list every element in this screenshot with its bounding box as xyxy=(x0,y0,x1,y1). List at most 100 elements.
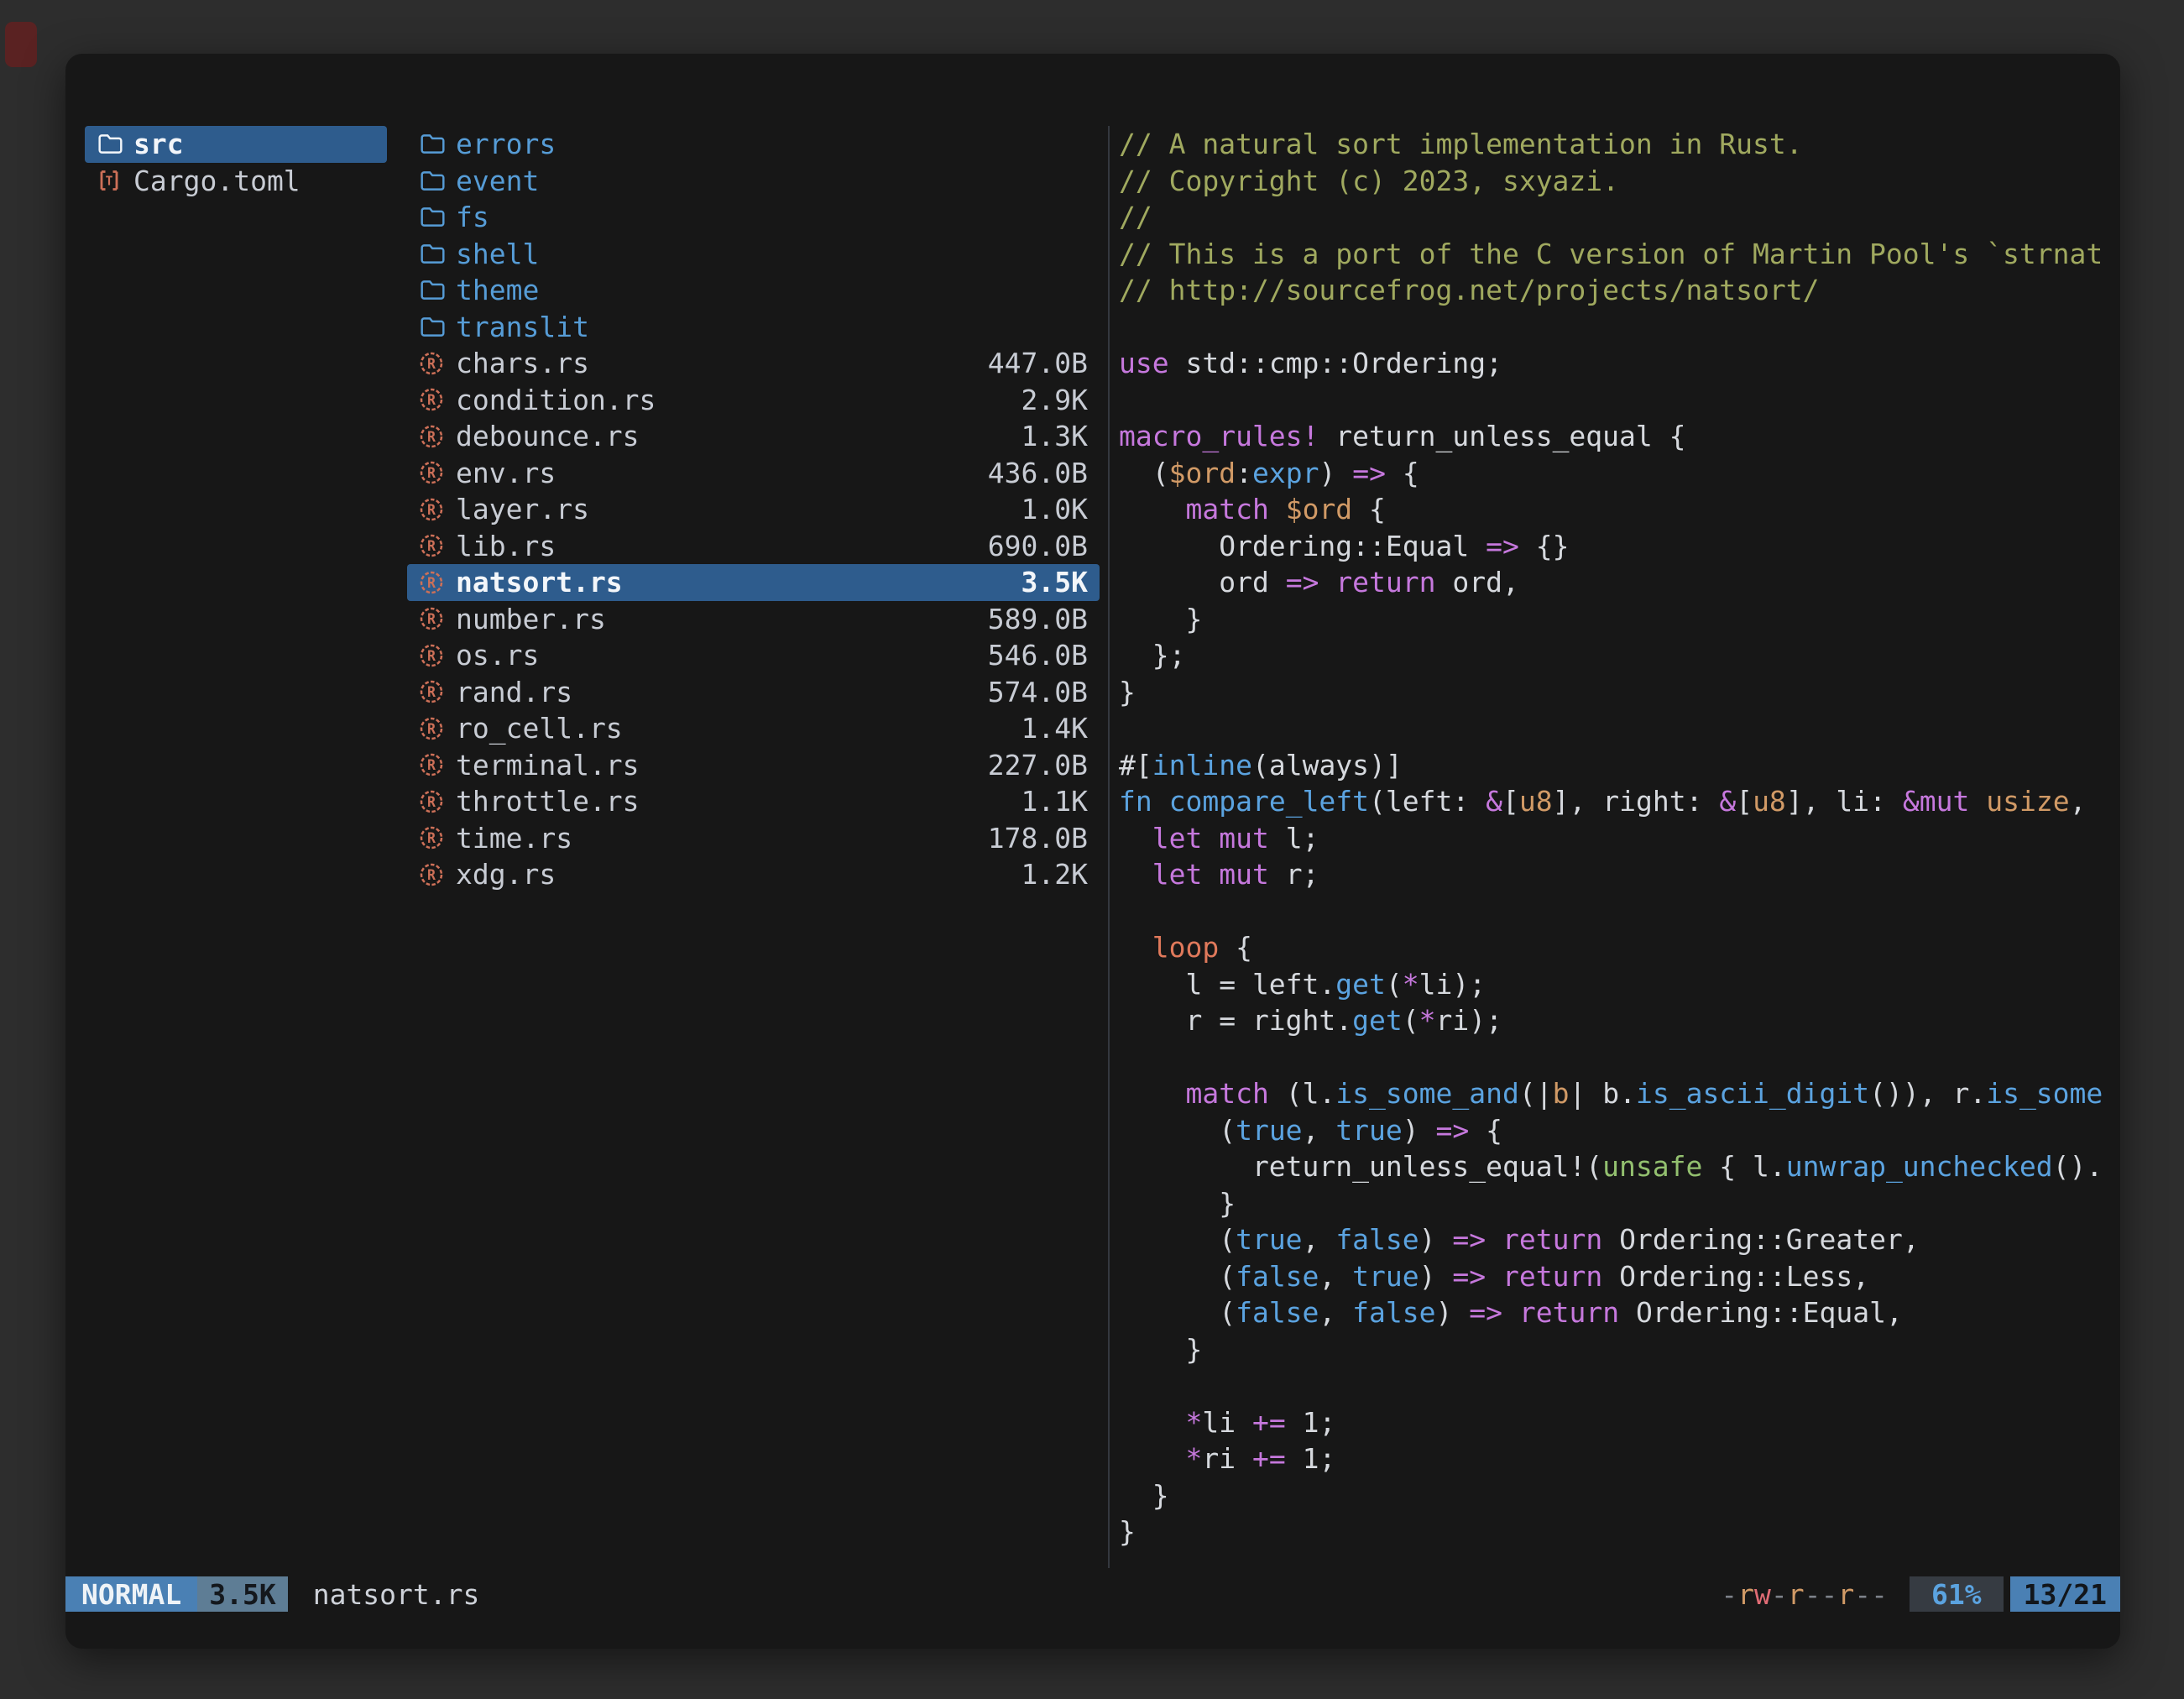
code-token: u8 xyxy=(1753,785,1786,818)
file-size: 1.4K xyxy=(1021,712,1088,745)
code-token: , xyxy=(1319,1260,1352,1293)
svg-text:R: R xyxy=(427,794,436,810)
current-item-translit[interactable]: translit xyxy=(407,309,1100,346)
code-token: ri); xyxy=(1436,1004,1502,1037)
current-item-ro_cell.rs[interactable]: Rro_cell.rs1.4K xyxy=(407,710,1100,747)
file-name: number.rs xyxy=(456,603,606,635)
code-token: ( xyxy=(1119,457,1169,489)
svg-text:R: R xyxy=(427,502,436,518)
current-item-natsort.rs[interactable]: Rnatsort.rs3.5K xyxy=(407,564,1100,601)
code-line: } xyxy=(1119,1185,2120,1222)
permission-char: r xyxy=(1737,1578,1754,1611)
rust-icon: R xyxy=(419,460,456,485)
current-item-number.rs[interactable]: Rnumber.rs589.0B xyxy=(407,601,1100,638)
current-item-shell[interactable]: shell xyxy=(407,236,1100,273)
svg-text:R: R xyxy=(427,611,436,627)
svg-text:R: R xyxy=(427,721,436,737)
code-token: true xyxy=(1236,1114,1302,1147)
current-item-xdg.rs[interactable]: Rxdg.rs1.2K xyxy=(407,856,1100,893)
code-token: false xyxy=(1236,1296,1319,1329)
code-token: & xyxy=(1719,785,1736,818)
code-token: { l. xyxy=(1702,1150,1785,1183)
code-token: => xyxy=(1452,1223,1486,1256)
code-token: ( xyxy=(1386,968,1403,1001)
code-token: * xyxy=(1185,1406,1202,1439)
current-item-debounce.rs[interactable]: Rdebounce.rs1.3K xyxy=(407,418,1100,455)
code-token: ( xyxy=(1119,1114,1236,1147)
current-item-chars.rs[interactable]: Rchars.rs447.0B xyxy=(407,345,1100,382)
current-item-theme[interactable]: theme xyxy=(407,272,1100,309)
code-token xyxy=(1119,858,1152,891)
current-item-env.rs[interactable]: Renv.rs436.0B xyxy=(407,455,1100,492)
current-item-errors[interactable]: errors xyxy=(407,126,1100,163)
permission-char: - xyxy=(1721,1578,1737,1611)
code-token: }; xyxy=(1119,639,1185,672)
code-token: return_unless_equal!( xyxy=(1119,1150,1602,1183)
file-preview-pane: // A natural sort implementation in Rust… xyxy=(1108,126,2120,1568)
folder-icon xyxy=(419,279,456,301)
code-line: } xyxy=(1119,674,2120,711)
code-token: ()), r. xyxy=(1869,1077,1986,1110)
file-size: 574.0B xyxy=(988,676,1088,708)
parent-item-Cargo.toml[interactable]: TCargo.toml xyxy=(85,163,387,200)
code-token: #[ xyxy=(1119,749,1152,782)
code-token: ) xyxy=(1419,1260,1453,1293)
code-token xyxy=(1119,493,1185,525)
permission-char: - xyxy=(1771,1578,1788,1611)
code-token xyxy=(1119,1406,1185,1439)
rust-icon: R xyxy=(419,497,456,522)
code-token: b xyxy=(1553,1077,1570,1110)
code-line: return_unless_equal!(unsafe { l.unwrap_u… xyxy=(1119,1148,2120,1185)
code-token: += xyxy=(1252,1442,1286,1475)
current-item-event[interactable]: event xyxy=(407,163,1100,200)
current-item-os.rs[interactable]: Ros.rs546.0B xyxy=(407,637,1100,674)
code-token xyxy=(1152,785,1169,818)
code-token: true xyxy=(1236,1223,1302,1256)
code-line: // http://sourcefrog.net/projects/natsor… xyxy=(1119,272,2120,309)
file-name: errors xyxy=(456,128,556,160)
code-token: return xyxy=(1335,566,1435,599)
code-line: use std::cmp::Ordering; xyxy=(1119,345,2120,382)
code-line xyxy=(1119,893,2120,930)
code-token xyxy=(1119,822,1152,855)
code-line: l = left.get(*li); xyxy=(1119,966,2120,1003)
code-line: let mut l; xyxy=(1119,820,2120,857)
current-item-time.rs[interactable]: Rtime.rs178.0B xyxy=(407,820,1100,857)
current-item-fs[interactable]: fs xyxy=(407,199,1100,236)
code-token: match xyxy=(1185,493,1268,525)
svg-text:R: R xyxy=(427,575,436,591)
code-token: fn xyxy=(1119,785,1152,818)
code-line xyxy=(1119,1039,2120,1076)
svg-text:R: R xyxy=(427,429,436,445)
folder-icon xyxy=(419,170,456,192)
svg-text:R: R xyxy=(427,356,436,372)
file-size: 436.0B xyxy=(988,457,1088,489)
file-size-badge: 3.5K xyxy=(197,1576,287,1612)
current-item-condition.rs[interactable]: Rcondition.rs2.9K xyxy=(407,382,1100,419)
code-token: false xyxy=(1352,1296,1435,1329)
code-token xyxy=(1319,566,1335,599)
current-item-throttle.rs[interactable]: Rthrottle.rs1.1K xyxy=(407,783,1100,820)
current-directory-pane: errorseventfsshellthemetranslitRchars.rs… xyxy=(407,126,1100,1568)
current-item-layer.rs[interactable]: Rlayer.rs1.0K xyxy=(407,491,1100,528)
code-token: {} xyxy=(1519,530,1570,562)
code-token: => xyxy=(1469,1296,1502,1329)
svg-text:R: R xyxy=(427,538,436,554)
code-token: ri xyxy=(1202,1442,1252,1475)
code-token xyxy=(1969,785,1986,818)
code-line: } xyxy=(1119,1513,2120,1550)
code-token xyxy=(1269,493,1286,525)
current-item-rand.rs[interactable]: Rrand.rs574.0B xyxy=(407,674,1100,711)
file-size: 1.2K xyxy=(1021,858,1088,891)
code-token: 1; xyxy=(1286,1442,1336,1475)
code-line: (false, false) => return Ordering::Equal… xyxy=(1119,1294,2120,1331)
code-line xyxy=(1119,1367,2120,1404)
rust-icon: R xyxy=(419,862,456,887)
file-name: chars.rs xyxy=(456,347,589,379)
parent-item-src[interactable]: src xyxy=(85,126,387,163)
statusbar-spacer xyxy=(479,1576,1721,1612)
code-token xyxy=(1202,822,1219,855)
code-token: l; xyxy=(1269,822,1319,855)
current-item-lib.rs[interactable]: Rlib.rs690.0B xyxy=(407,528,1100,565)
current-item-terminal.rs[interactable]: Rterminal.rs227.0B xyxy=(407,747,1100,784)
